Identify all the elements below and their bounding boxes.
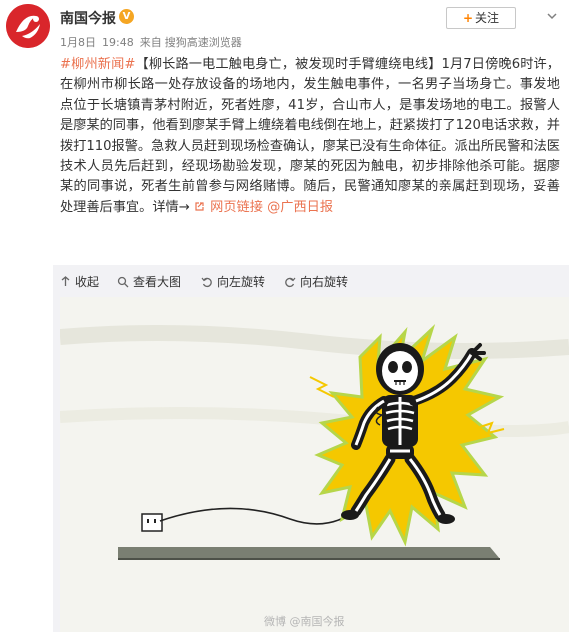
follow-button[interactable]: + 关注 <box>446 7 516 29</box>
post-body: 1月7日傍晚6时许，在柳州市柳长路一处存放设备的场地内，发生触电事件，一名男子当… <box>60 57 560 215</box>
mention-link[interactable]: @广西日报 <box>267 200 333 215</box>
detail-link[interactable]: 详情→ <box>152 200 189 215</box>
follow-label: 关注 <box>475 11 500 25</box>
brand-logo-icon <box>6 4 50 48</box>
electrocution-illustration <box>60 297 569 632</box>
image-watermark: 微博 @南国今报 <box>264 615 345 628</box>
rotate-right-label: 向右旋转 <box>300 275 349 289</box>
post-title: 【柳长路一电工触电身亡，被发现时手臂缠绕电线】 <box>135 57 442 72</box>
search-icon <box>117 276 129 287</box>
rotate-left-label: 向左旋转 <box>217 275 266 289</box>
plus-icon: + <box>462 11 474 25</box>
view-large-label: 查看大图 <box>133 275 182 289</box>
topic-link[interactable]: #柳州新闻# <box>60 57 135 72</box>
media-expanded: 收起 查看大图 向左旋转 向右旋转 <box>53 265 569 632</box>
post-header: 南国今报 V 1月8日 19:48 来自 搜狗高速浏览器 + 关注 <box>0 0 569 56</box>
collapse-icon <box>61 276 70 286</box>
account-name[interactable]: 南国今报 <box>60 8 116 28</box>
post-time[interactable]: 19:48 <box>102 36 134 49</box>
post-text: #柳州新闻#【柳长路一电工触电身亡，被发现时手臂缠绕电线】1月7日傍晚6时许，在… <box>60 55 560 218</box>
chevron-down-icon[interactable] <box>546 10 558 22</box>
rotate-left-button[interactable]: 向左旋转 <box>201 273 265 290</box>
verified-badge-icon: V <box>119 9 134 24</box>
rotate-left-icon <box>201 277 212 287</box>
view-large-button[interactable]: 查看大图 <box>117 273 181 290</box>
rotate-right-button[interactable]: 向右旋转 <box>284 273 348 290</box>
collapse-button[interactable]: 收起 <box>60 273 99 290</box>
avatar[interactable] <box>6 4 50 48</box>
post-date[interactable]: 1月8日 <box>60 36 96 49</box>
collapse-label: 收起 <box>75 275 100 289</box>
rotate-right-icon <box>285 277 296 287</box>
post-image[interactable] <box>60 297 569 632</box>
web-link[interactable]: 网页链接 <box>210 200 263 215</box>
post-meta: 1月8日 19:48 来自 搜狗高速浏览器 <box>60 34 248 50</box>
source-prefix: 来自 <box>139 36 162 49</box>
media-toolbar: 收起 查看大图 向左旋转 向右旋转 <box>53 265 569 295</box>
post-source[interactable]: 搜狗高速浏览器 <box>165 36 242 49</box>
link-icon <box>195 202 204 211</box>
